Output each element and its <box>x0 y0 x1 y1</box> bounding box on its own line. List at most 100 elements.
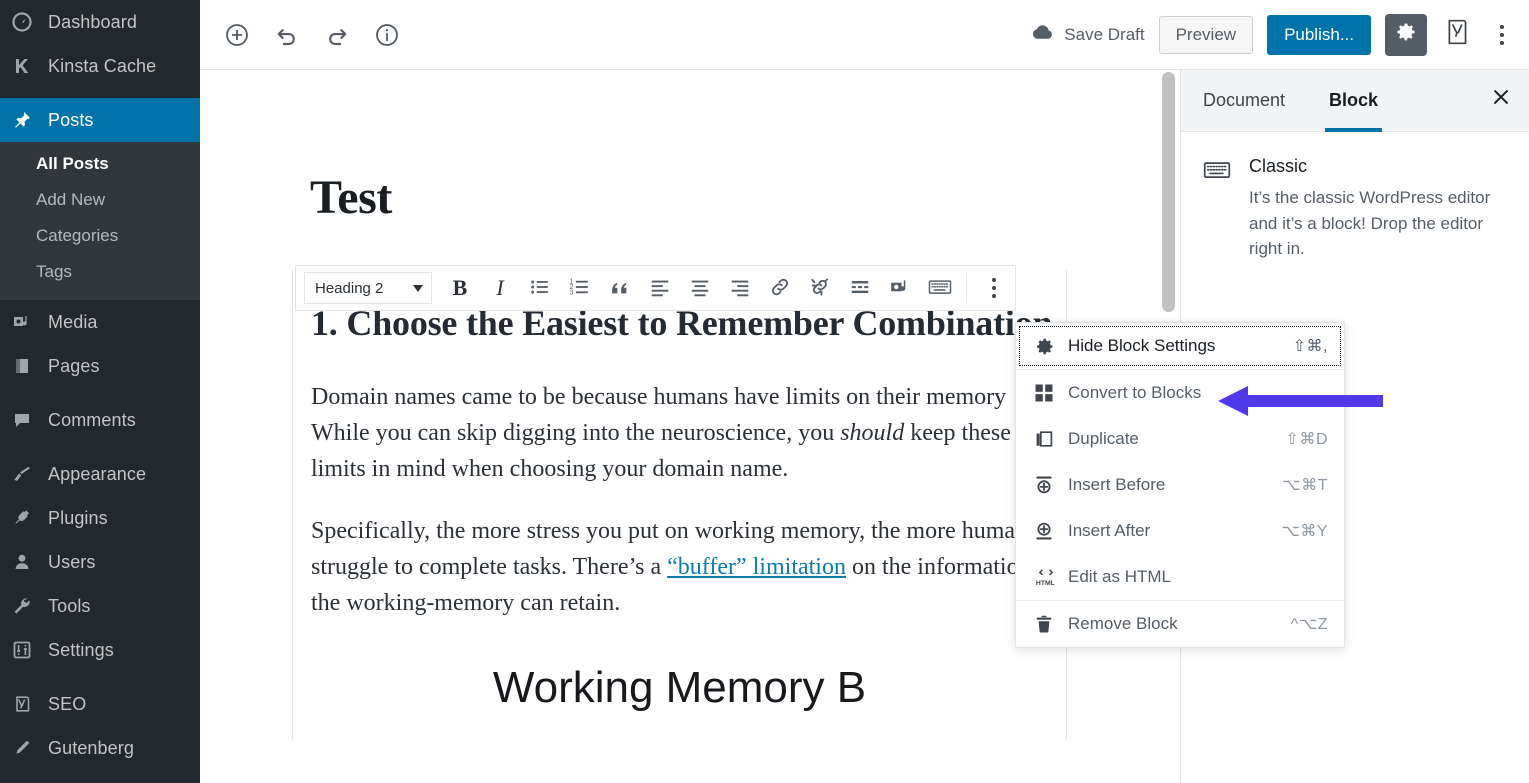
pages-icon <box>12 356 44 376</box>
align-left-button[interactable] <box>640 266 680 310</box>
block-type-value: Heading 2 <box>315 280 383 297</box>
blockquote-button[interactable] <box>600 266 640 310</box>
embedded-image-text: Working Memory B <box>311 663 1048 713</box>
undo-button[interactable] <box>268 16 306 54</box>
menu-separator <box>0 672 200 682</box>
menu-item-convert-to-blocks[interactable]: Convert to Blocks <box>1016 370 1344 416</box>
sidebar-item-label: Pages <box>44 356 100 377</box>
italic-icon: I <box>496 275 503 301</box>
submenu-item-all-posts[interactable]: All Posts <box>0 146 200 182</box>
editor-scrollbar[interactable] <box>1162 72 1175 312</box>
buffer-limitation-link[interactable]: “buffer” limitation <box>667 554 846 580</box>
menu-item-label: Convert to Blocks <box>1068 383 1318 403</box>
paragraph-1-line-2b: keep these <box>904 420 1011 446</box>
pin-icon <box>12 110 44 130</box>
sidebar-item-settings[interactable]: Settings <box>0 628 200 672</box>
sidebar-item-users[interactable]: Users <box>0 540 200 584</box>
sidebar-item-seo[interactable]: SEO <box>0 682 200 726</box>
bulleted-list-button[interactable] <box>520 266 560 310</box>
align-center-button[interactable] <box>680 266 720 310</box>
paragraph-2-line-2b: on the informatio <box>846 554 1019 580</box>
sidebar-item-label: Posts <box>44 110 94 131</box>
sidebar-item-gutenberg[interactable]: Gutenberg <box>0 726 200 770</box>
read-more-button[interactable] <box>840 266 880 310</box>
close-sidebar-button[interactable] <box>1473 70 1529 131</box>
html-icon: HTML <box>1034 566 1068 588</box>
settings-toggle-button[interactable] <box>1385 14 1427 56</box>
menu-item-hide-block-settings[interactable]: Hide Block Settings ⇧⌘, <box>1016 323 1344 369</box>
save-draft-label: Save Draft <box>1064 25 1144 45</box>
menu-item-shortcut: ⌥⌘T <box>1272 475 1328 495</box>
unlink-icon <box>809 276 831 301</box>
paragraph-1-line-2a: While you can skip digging into the neur… <box>311 420 840 446</box>
remove-link-button[interactable] <box>800 266 840 310</box>
paragraph-1-line-3: limits in mind when choosing your domain… <box>311 456 788 482</box>
sidebar-item-appearance[interactable]: Appearance <box>0 452 200 496</box>
tab-document[interactable]: Document <box>1181 70 1307 131</box>
sidebar-item-label: Users <box>44 552 96 573</box>
sidebar-item-pages[interactable]: Pages <box>0 344 200 388</box>
gear-icon <box>1034 336 1068 357</box>
chevron-down-icon <box>413 285 423 292</box>
bold-icon: B <box>453 275 468 301</box>
menu-item-duplicate[interactable]: Duplicate ⇧⌘D <box>1016 416 1344 462</box>
insert-link-button[interactable] <box>760 266 800 310</box>
submenu-item-categories[interactable]: Categories <box>0 218 200 254</box>
submenu-item-add-new[interactable]: Add New <box>0 182 200 218</box>
redo-button[interactable] <box>318 16 356 54</box>
sidebar-item-label: Gutenberg <box>44 738 134 759</box>
classic-block[interactable]: 1. Choose the Easiest to Remember Combin… <box>292 270 1067 740</box>
kinsta-k-icon <box>12 56 44 76</box>
insert-after-icon <box>1034 521 1068 541</box>
bold-button[interactable]: B <box>440 266 480 310</box>
sidebar-item-dashboard[interactable]: Dashboard <box>0 0 200 44</box>
sidebar-item-label: Settings <box>44 640 114 661</box>
more-tools-button[interactable] <box>1489 16 1515 54</box>
toggle-toolbar-button[interactable] <box>920 266 960 310</box>
block-options-dropdown: Hide Block Settings ⇧⌘, Convert to Block… <box>1015 322 1345 648</box>
tab-block[interactable]: Block <box>1307 70 1400 131</box>
posts-submenu: All Posts Add New Categories Tags <box>0 142 200 300</box>
post-title[interactable]: Test <box>292 70 1067 225</box>
sidebar-item-media[interactable]: Media <box>0 300 200 344</box>
sidebar-item-kinsta-cache[interactable]: Kinsta Cache <box>0 44 200 88</box>
sidebar-item-tools[interactable]: Tools <box>0 584 200 628</box>
publish-button[interactable]: Publish... <box>1267 15 1371 55</box>
menu-separator <box>0 388 200 398</box>
block-more-options-button[interactable] <box>973 266 1015 310</box>
menu-item-remove-block[interactable]: Remove Block ^⌥Z <box>1016 601 1344 647</box>
sidebar-item-comments[interactable]: Comments <box>0 398 200 442</box>
save-draft-button[interactable]: Save Draft <box>1031 23 1144 46</box>
preview-button[interactable]: Preview <box>1159 16 1253 54</box>
kebab-menu-icon <box>1500 25 1504 29</box>
menu-item-insert-after[interactable]: Insert After ⌥⌘Y <box>1016 508 1344 554</box>
quote-icon <box>609 276 631 301</box>
menu-item-insert-before[interactable]: Insert Before ⌥⌘T <box>1016 462 1344 508</box>
sidebar-item-label: Kinsta Cache <box>44 56 156 77</box>
block-type-select[interactable]: Heading 2 <box>304 272 432 304</box>
italic-button[interactable]: I <box>480 266 520 310</box>
block-name: Classic <box>1249 156 1507 177</box>
numbered-list-button[interactable]: 123 <box>560 266 600 310</box>
add-block-button[interactable] <box>218 16 256 54</box>
dashboard-icon <box>12 12 44 32</box>
kebab-menu-icon <box>992 278 996 282</box>
menu-item-shortcut: ⇧⌘, <box>1283 336 1328 356</box>
duplicate-icon <box>1034 429 1068 449</box>
paragraph-2-line-1: Specifically, the more stress you put on… <box>311 518 1015 544</box>
align-right-button[interactable] <box>720 266 760 310</box>
yoast-seo-button[interactable] <box>1441 18 1475 52</box>
block-description: It’s the classic WordPress editor and it… <box>1249 185 1507 262</box>
link-icon <box>769 276 791 301</box>
cloud-icon <box>1031 23 1055 46</box>
add-media-button[interactable] <box>880 266 920 310</box>
content-info-button[interactable] <box>368 16 406 54</box>
bulleted-list-icon <box>529 276 551 301</box>
menu-item-shortcut: ⌥⌘Y <box>1271 521 1328 541</box>
sidebar-item-posts[interactable]: Posts <box>0 98 200 142</box>
submenu-item-tags[interactable]: Tags <box>0 254 200 290</box>
paragraph-1-line-1: Domain names came to be because humans h… <box>311 384 1006 410</box>
menu-item-edit-as-html[interactable]: HTML Edit as HTML <box>1016 554 1344 600</box>
sidebar-item-plugins[interactable]: Plugins <box>0 496 200 540</box>
sidebar-item-label: Tools <box>44 596 91 617</box>
